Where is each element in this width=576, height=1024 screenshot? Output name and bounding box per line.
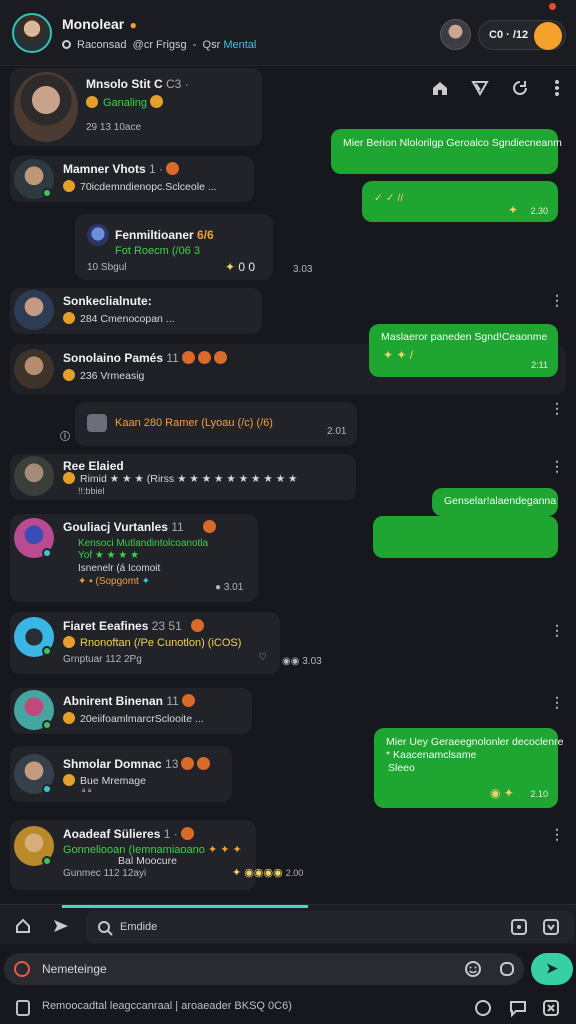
reaction-icons[interactable]: ✦ 0 0 — [225, 260, 255, 274]
outgoing-message[interactable]: ✓ ✓ // ✦ 2.30 — [362, 181, 558, 222]
sticker-icon[interactable] — [498, 960, 516, 978]
refresh-icon[interactable] — [510, 78, 530, 98]
row-menu-icon[interactable]: ⋮ — [550, 622, 564, 639]
online-indicator — [42, 548, 52, 558]
online-indicator — [42, 720, 52, 730]
channel-subtitle: Raconsad @cr Frigsg - Qsr Mental — [62, 39, 256, 51]
image-icon[interactable] — [510, 918, 528, 936]
star-icon — [86, 96, 98, 108]
conversation-row[interactable]: Gouliacj Vurtanles 11 Kensoci Mutlandint… — [10, 514, 258, 602]
profile-orb-icon — [534, 22, 562, 50]
message-composer[interactable]: Nemeteinge — [4, 953, 524, 985]
online-indicator — [42, 646, 52, 656]
emoji-icon[interactable] — [464, 960, 482, 978]
notification-dot — [549, 3, 556, 10]
conversation-row[interactable]: Abnirent Binenan 11 20eiifoamlmarcrScloo… — [10, 688, 252, 734]
conversation-row[interactable]: Fiaret Eeafines 23 51 Rnonoftan (/Pe Cun… — [10, 612, 280, 674]
reaction-icons[interactable]: ✦ ◉◉◉◉ 2.00 — [232, 866, 303, 879]
conversation-row[interactable]: Mamner Vhots 1 · 70icdemndienopc.Sclceol… — [10, 156, 254, 202]
avatar — [14, 456, 54, 496]
conversation-row[interactable]: Shmolar Domnac 13 Bue Mremage ª ª — [10, 746, 232, 802]
send-icon[interactable] — [52, 917, 70, 935]
heart-icon[interactable]: ♡ — [258, 652, 267, 663]
close-icon[interactable] — [542, 999, 560, 1017]
avatar — [87, 224, 109, 246]
user-avatar[interactable] — [440, 19, 471, 50]
send-arrow-icon: ➤ — [546, 960, 558, 976]
outgoing-message[interactable]: Mier Uey Geraeegnolonler decoclenre * Ka… — [374, 728, 563, 808]
conversation-row[interactable]: Mnsolo Stit C C3 · Ganaling 29 13 10ace — [10, 68, 262, 146]
record-icon[interactable] — [14, 961, 30, 977]
bot-icon — [87, 414, 107, 432]
emoji-icon: ◉ ✦ — [490, 786, 514, 800]
conversation-row[interactable]: Sonkeclialnute: 284 Cmenocopan ... — [10, 288, 262, 334]
outgoing-message[interactable]: Maslaeror paneden Sgnd!Ceaonme ✦ ✦ / 2:1… — [369, 324, 558, 377]
row-menu-icon[interactable]: ⋮ — [550, 694, 564, 711]
online-indicator — [42, 188, 52, 198]
status-pill[interactable]: C0 · /12 — [478, 20, 566, 50]
pin-icon — [63, 472, 75, 484]
row-menu-icon[interactable]: ⋮ — [550, 292, 564, 309]
avatar — [14, 349, 54, 389]
outgoing-message[interactable]: Mier Berion Nlolorilgp Geroalco Sgndiecn… — [331, 129, 562, 174]
emoji-badge-icon — [166, 162, 180, 175]
search-bar[interactable]: Emdide — [86, 911, 574, 943]
online-indicator — [42, 784, 52, 794]
home-icon[interactable] — [430, 78, 450, 98]
pin-icon — [63, 180, 75, 192]
system-message[interactable]: Kaan 280 Ramer (Lyoau (/c) (/6) 2.01 — [75, 402, 357, 446]
outgoing-message[interactable]: Genselar!alaendeganna — [432, 488, 558, 516]
pin-icon — [63, 312, 75, 324]
emoji-icon: ✦ ✦ / — [383, 348, 414, 362]
home-icon[interactable] — [14, 917, 32, 935]
row-menu-icon[interactable]: ⋮ — [550, 826, 564, 843]
send-icon[interactable] — [470, 78, 490, 98]
status-footer: Remoocadtal leagccanraal | aroaeader BKS… — [0, 992, 576, 1024]
app-header: Monolear ● Raconsad @cr Frigsg - Qsr Men… — [0, 0, 576, 66]
comment-icon[interactable] — [509, 999, 527, 1018]
chat-icon[interactable] — [474, 999, 492, 1017]
bottom-toolbar: Emdide — [0, 904, 576, 944]
outgoing-message[interactable] — [373, 516, 558, 558]
active-tab-indicator — [62, 905, 308, 908]
conversation-row[interactable]: Aoadeaf Sülieres 1 · Gonneliooan (Iemnam… — [10, 820, 256, 890]
conversation-row[interactable]: Fenmiltioaner 6/6 Fot Roecm (/06 3 10 Sb… — [75, 214, 312, 280]
channel-title: Monolear ● — [62, 16, 137, 32]
bookmark-icon[interactable] — [14, 999, 32, 1017]
send-button[interactable]: ➤ — [531, 953, 573, 985]
emoji-badge-icon — [150, 95, 164, 108]
info-icon: ⓘ — [60, 432, 70, 443]
fire-emoji-icon: ● — [126, 18, 137, 32]
row-menu-icon[interactable]: ⋮ — [550, 400, 564, 417]
online-indicator — [42, 856, 52, 866]
globe-icon — [62, 40, 71, 49]
row-menu-icon[interactable]: ⋮ — [550, 458, 564, 475]
emoji-icon: ✦ — [508, 203, 519, 217]
chevron-down-icon[interactable] — [542, 918, 560, 936]
pin-icon — [63, 369, 75, 381]
search-icon — [96, 919, 113, 936]
conversation-row[interactable]: Ree Elaied Rimid ★ ★ ★ (Rirss ★ ★ ★ ★ ★ … — [10, 454, 356, 500]
avatar — [14, 290, 54, 330]
avatar — [14, 72, 78, 142]
channel-avatar[interactable] — [12, 13, 52, 53]
more-icon[interactable] — [547, 78, 567, 98]
